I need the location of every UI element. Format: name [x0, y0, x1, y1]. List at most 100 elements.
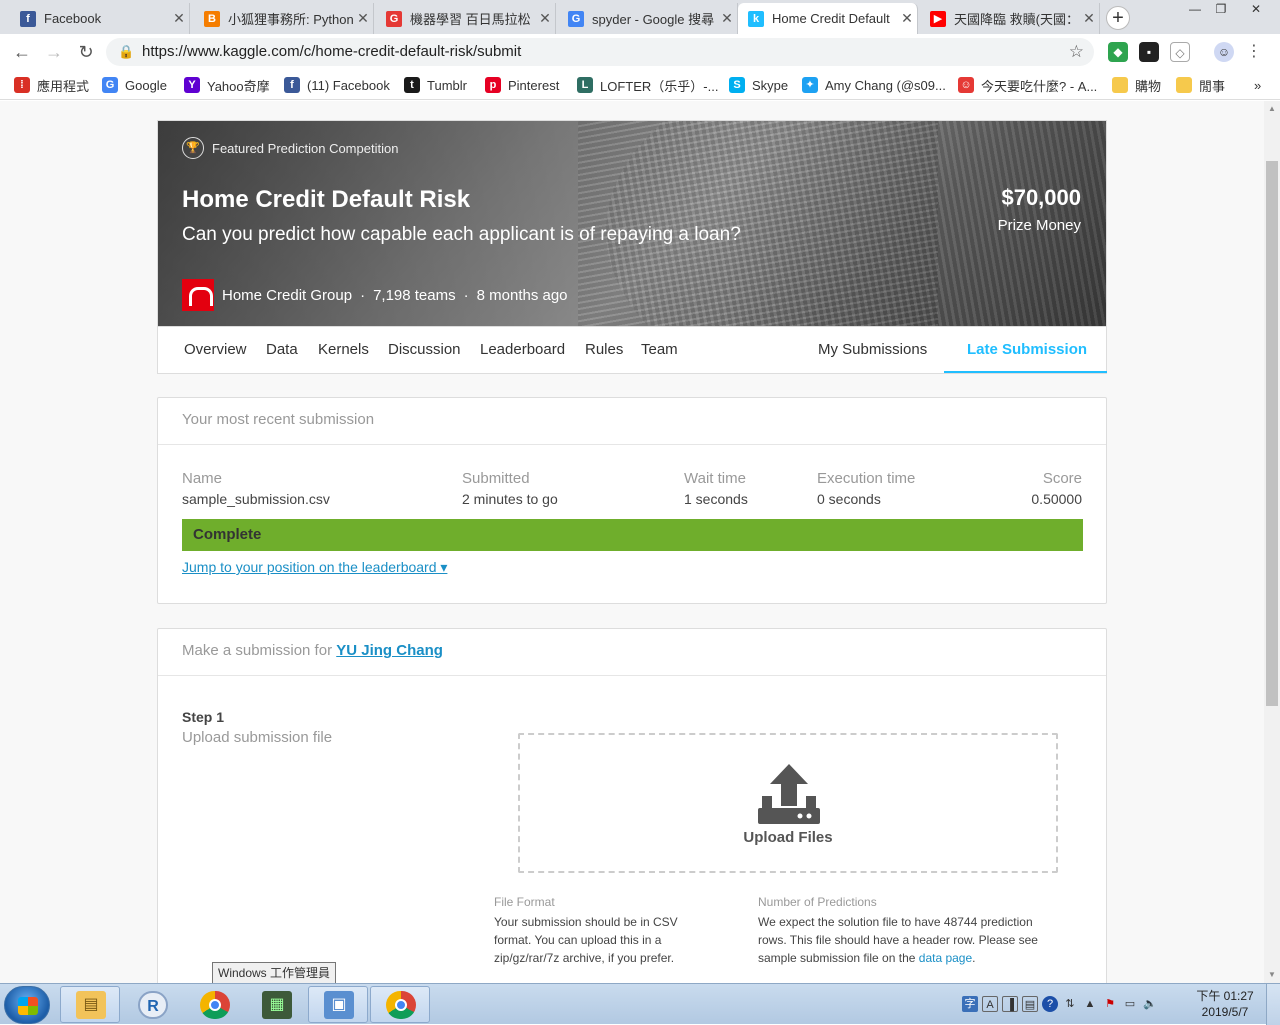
bookmark-item[interactable]: ☺ 今天要吃什麼? - A... [958, 76, 1097, 94]
menu-icon[interactable]: ⋮ [1244, 42, 1264, 62]
num-predictions-end: . [972, 951, 976, 965]
action-center-icon[interactable]: ⚑ [1102, 996, 1118, 1012]
taskbar-explorer[interactable]: ▤ [60, 986, 120, 1023]
taskbar-task-manager[interactable]: ▣ [308, 986, 368, 1023]
shield-extension-icon[interactable]: ◇ [1170, 42, 1190, 62]
recent-submission-card: Your most recent submission Name sample_… [157, 397, 1107, 604]
scroll-up-icon[interactable]: ▲ [1264, 101, 1280, 117]
team-count[interactable]: 7,198 teams [373, 287, 456, 304]
tab-rules[interactable]: Rules [585, 341, 623, 358]
youtube-icon: ▶ [930, 10, 946, 27]
tab-title: 機器學習 百日馬拉松 [410, 12, 531, 27]
task-manager-icon: ▣ [324, 991, 354, 1019]
prize-amount: $70,000 [1001, 185, 1081, 210]
address-bar: ← → ↻ 🔒 https://www.kaggle.com/c/home-cr… [0, 34, 1280, 70]
taskbar-monitor[interactable]: ▦ [246, 986, 306, 1023]
tab-leaderboard[interactable]: Leaderboard [480, 341, 565, 358]
close-window-button[interactable]: ✕ [1236, 0, 1276, 20]
close-tab-icon[interactable]: ✕ [1079, 10, 1099, 27]
extension-icon[interactable]: ▪ [1139, 42, 1159, 62]
make-submission-prefix: Make a submission for [182, 642, 333, 659]
bookmark-item[interactable]: Y Yahoo奇摩 [184, 76, 270, 94]
taskbar-chrome[interactable] [184, 986, 244, 1023]
close-tab-icon[interactable]: ✕ [897, 10, 917, 27]
browser-tab[interactable]: f Facebook ✕ [10, 3, 190, 34]
pinterest-icon: p [485, 77, 501, 93]
bookmark-item[interactable]: ✦ Amy Chang (@s09... [802, 76, 946, 94]
bookmark-item[interactable]: 閒事 [1176, 76, 1225, 94]
bookmark-star-icon[interactable]: ☆ [1069, 38, 1084, 66]
lofter-icon: L [577, 77, 593, 93]
tab-kernels[interactable]: Kernels [318, 341, 369, 358]
ime-width-icon[interactable]: ▐ [1002, 996, 1018, 1012]
reload-button[interactable]: ↻ [74, 40, 98, 64]
forward-button[interactable]: → [42, 40, 66, 64]
tab-my-submissions[interactable]: My Submissions [818, 341, 927, 358]
tab-late-submission[interactable]: Late Submission [967, 341, 1087, 358]
new-tab-button[interactable]: + [1106, 6, 1130, 30]
close-tab-icon[interactable]: ✕ [169, 10, 189, 27]
host-name[interactable]: Home Credit Group [222, 287, 352, 304]
start-button[interactable] [4, 986, 50, 1024]
scroll-down-icon[interactable]: ▼ [1264, 967, 1280, 983]
scrollbar-thumb[interactable] [1266, 161, 1278, 706]
tumblr-icon: t [404, 77, 420, 93]
user-link[interactable]: YU Jing Chang [336, 642, 443, 659]
system-clock[interactable]: 下午 01:27 2019/5/7 [1190, 988, 1260, 1020]
close-tab-icon[interactable]: ✕ [535, 10, 555, 27]
bookmark-item[interactable]: G Google [102, 76, 167, 94]
ime-settings-icon[interactable]: ⇅ [1062, 996, 1078, 1012]
profile-avatar[interactable]: ☺ [1214, 42, 1234, 62]
bookmark-item[interactable]: 購物 [1112, 76, 1161, 94]
close-tab-icon[interactable]: ✕ [717, 10, 737, 27]
close-tab-icon[interactable]: ✕ [353, 10, 373, 27]
bookmark-item[interactable]: S Skype [729, 76, 788, 94]
tab-title: Facebook [44, 11, 102, 26]
bookmark-item[interactable]: f (11) Facebook [284, 76, 390, 94]
browser-tab[interactable]: G 機器學習 百日馬拉松 ✕ [376, 3, 556, 34]
browser-tab[interactable]: B 小狐狸事務所: Python ✕ [194, 3, 374, 34]
ime-mode-icon[interactable]: A [982, 996, 998, 1012]
bookmark-label: Google [125, 77, 167, 93]
bookmark-item[interactable]: t Tumblr [404, 76, 467, 94]
jump-to-leaderboard-link[interactable]: Jump to your position on the leaderboard… [182, 559, 447, 576]
page-scrollbar[interactable]: ▲ ▼ [1264, 101, 1280, 983]
back-button[interactable]: ← [10, 40, 34, 64]
taskbar-r[interactable]: R [122, 986, 182, 1023]
show-hidden-icons-icon[interactable]: ▲ [1082, 996, 1098, 1012]
restore-button[interactable]: ❐ [1206, 0, 1236, 20]
tab-data[interactable]: Data [266, 341, 298, 358]
kaggle-page: 🏆 Featured Prediction Competition Home C… [0, 101, 1264, 983]
show-desktop-button[interactable] [1266, 984, 1280, 1025]
bookmark-item[interactable]: L LOFTER（乐乎）-... [577, 76, 718, 94]
col-exec-label: Execution time [817, 470, 916, 487]
browser-tab[interactable]: ▶ 天國降臨 救贖(天國： ✕ [920, 3, 1100, 34]
browser-tab[interactable]: k Home Credit Default ✕ [738, 3, 918, 34]
bookmark-label: Amy Chang (@s09... [825, 77, 946, 93]
home-credit-logo-icon[interactable] [182, 279, 214, 311]
url-input[interactable]: 🔒 https://www.kaggle.com/c/home-credit-d… [106, 38, 1094, 66]
tab-team[interactable]: Team [641, 341, 678, 358]
upload-files-label[interactable]: Upload Files [520, 829, 1056, 846]
help-icon[interactable]: ? [1042, 996, 1058, 1012]
ime-icon[interactable]: 字 [962, 996, 978, 1012]
tab-title: Home Credit Default [772, 11, 890, 26]
volume-icon[interactable]: 🔈 [1142, 996, 1158, 1012]
tab-discussion[interactable]: Discussion [388, 341, 461, 358]
file-format-title: File Format [494, 895, 555, 909]
bookmark-item[interactable]: p Pinterest [485, 76, 559, 94]
bookmarks-overflow-button[interactable]: » [1254, 76, 1261, 94]
bookmark-item[interactable]: ⁞ 應用程式 [14, 76, 89, 94]
upload-dropzone[interactable]: Upload Files [518, 733, 1058, 873]
browser-tab[interactable]: Gspyder - Google 搜尋 ✕ [558, 3, 738, 34]
clock-time: 下午 01:27 [1196, 989, 1254, 1003]
data-page-link[interactable]: data page [919, 951, 972, 965]
tab-overview[interactable]: Overview [184, 341, 247, 358]
col-name-label: Name [182, 470, 223, 487]
network-icon[interactable]: ▭ [1122, 996, 1138, 1012]
num-predictions-body: We expect the solution file to have 4874… [758, 915, 1038, 965]
adblock-extension-icon[interactable]: ◆ [1108, 42, 1128, 62]
ime-keyboard-icon[interactable]: ▤ [1022, 996, 1038, 1012]
taskbar-chrome-active[interactable] [370, 986, 430, 1023]
submission-time: 2 minutes to go [462, 491, 558, 507]
